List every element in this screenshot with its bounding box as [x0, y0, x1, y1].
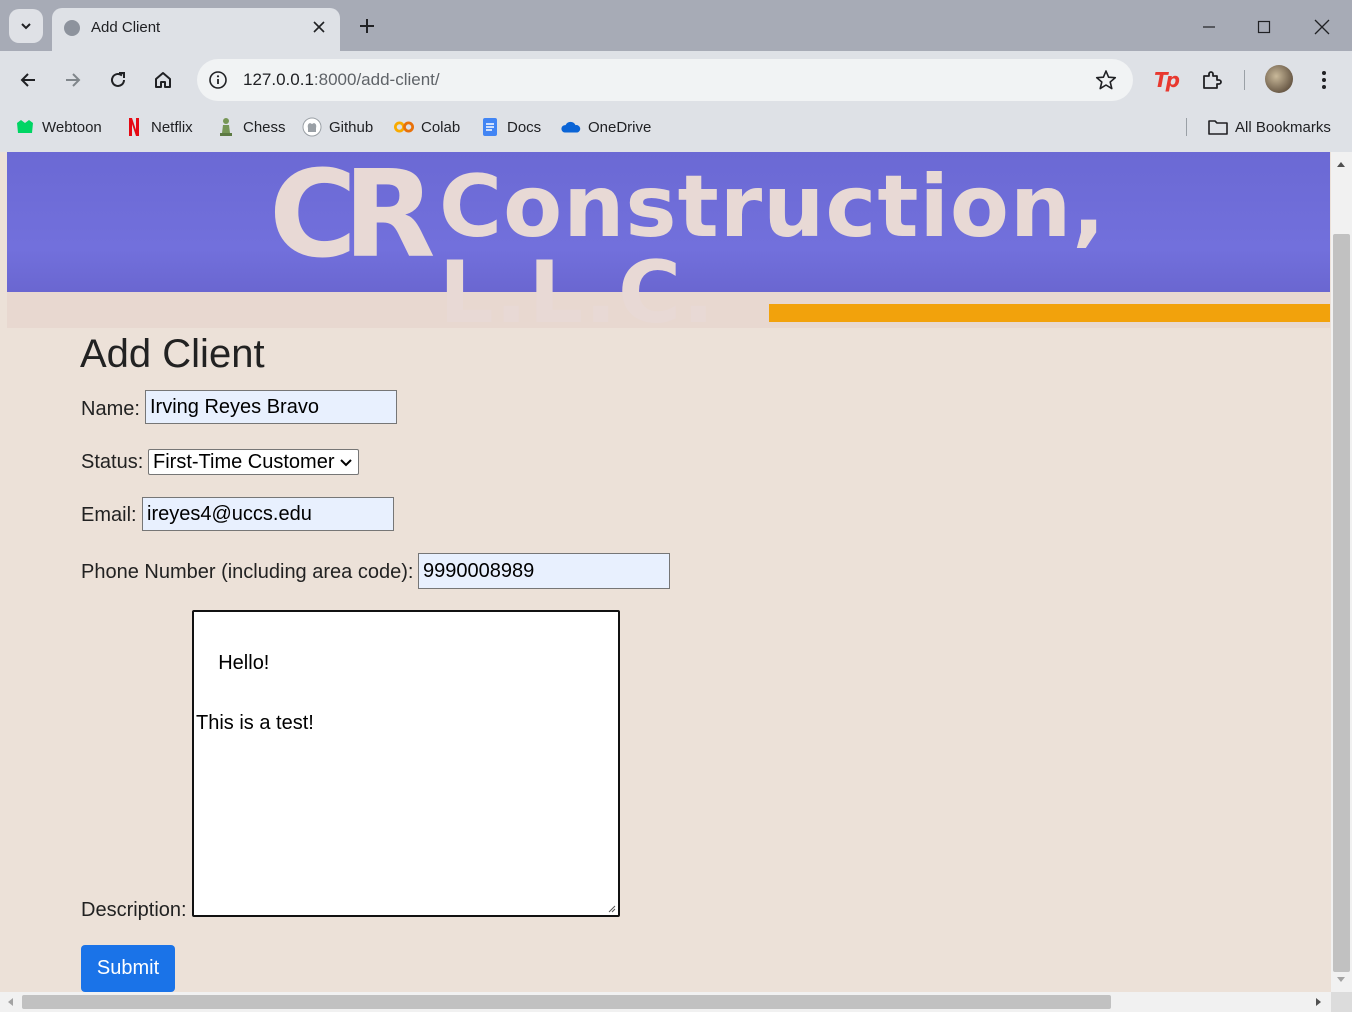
bookmark-label: OneDrive [588, 118, 652, 136]
phone-input[interactable] [418, 553, 670, 589]
bookmark-label: Github [329, 118, 374, 136]
company-logo: CR [269, 152, 436, 285]
bookmark-netflix[interactable]: Netflix [124, 117, 193, 137]
company-banner: CR Construction, L.L.C. [7, 152, 1330, 336]
profile-avatar[interactable] [1265, 65, 1293, 93]
minimize-button[interactable] [1194, 12, 1224, 42]
reload-icon [111, 72, 125, 87]
home-button[interactable] [148, 65, 178, 95]
extensions-button[interactable] [1198, 66, 1226, 94]
email-input[interactable] [142, 497, 394, 531]
back-button[interactable] [13, 65, 43, 95]
site-info-icon[interactable] [208, 70, 228, 90]
onedrive-icon [561, 117, 581, 137]
scroll-left-arrow-icon[interactable] [6, 997, 14, 1007]
scroll-up-arrow-icon[interactable] [1336, 160, 1346, 168]
bookmarks-divider [1186, 118, 1187, 136]
company-name: Construction, L.L.C. [439, 157, 1106, 343]
maximize-button[interactable] [1249, 12, 1279, 42]
new-tab-button[interactable] [355, 14, 379, 38]
bookmark-label: Webtoon [42, 118, 102, 136]
scroll-right-arrow-icon[interactable] [1315, 997, 1323, 1007]
url-path: :8000/add-client/ [313, 70, 440, 89]
phone-label: Phone Number (including area code): [81, 561, 414, 583]
more-vertical-icon [1322, 71, 1326, 89]
forward-button[interactable] [58, 65, 88, 95]
minimize-icon [1203, 26, 1215, 28]
bookmarks-bar: Webtoon Netflix Chess Github Colab Docs … [0, 108, 1352, 146]
bookmark-label: Netflix [151, 118, 193, 136]
folder-icon [1208, 117, 1228, 137]
globe-icon [64, 20, 80, 36]
status-selected-value: First-Time Customer [153, 450, 335, 473]
description-label: Description: [81, 899, 187, 921]
webtoon-icon [15, 117, 35, 137]
page-title: Add Client [80, 332, 265, 376]
description-textarea[interactable]: Hello! This is a test! [192, 610, 620, 917]
chess-icon [216, 117, 236, 137]
bookmark-docs[interactable]: Docs [480, 117, 541, 137]
bookmark-onedrive[interactable]: OneDrive [561, 117, 651, 137]
page-viewport: CR Construction, L.L.C. Add Client Name:… [0, 152, 1331, 992]
chevron-down-icon [340, 459, 353, 467]
close-icon [1314, 19, 1330, 35]
horizontal-scroll-thumb[interactable] [22, 995, 1111, 1009]
tab-search-button[interactable] [9, 9, 43, 43]
all-bookmarks-button[interactable]: All Bookmarks [1208, 117, 1331, 137]
all-bookmarks-label: All Bookmarks [1235, 118, 1331, 136]
bookmark-colab[interactable]: Colab [394, 117, 460, 137]
status-select[interactable]: First-Time Customer [148, 449, 359, 475]
bookmark-label: Colab [421, 118, 461, 136]
tab-title: Add Client [91, 19, 161, 36]
arrow-left-icon [20, 73, 35, 87]
browser-toolbar: 127.0.0.1:8000/add-client/ Tp [0, 51, 1352, 108]
menu-button[interactable] [1310, 66, 1338, 94]
netflix-icon [124, 117, 144, 137]
url-host: 127.0.0.1 [243, 70, 314, 89]
bookmark-github[interactable]: Github [302, 117, 373, 137]
close-tab-button[interactable] [308, 16, 330, 38]
vertical-scrollbar[interactable] [1331, 152, 1352, 992]
close-window-button[interactable] [1307, 12, 1337, 42]
resize-grip-icon[interactable] [606, 903, 616, 913]
name-input[interactable] [145, 390, 397, 424]
github-icon [302, 117, 322, 137]
bookmark-star-icon[interactable] [1095, 69, 1117, 91]
colab-icon [394, 117, 414, 137]
bookmark-label: Docs [507, 118, 542, 136]
address-bar[interactable]: 127.0.0.1:8000/add-client/ [197, 59, 1133, 101]
puzzle-icon [1203, 71, 1222, 89]
toolbar-divider [1244, 70, 1245, 90]
scrollbar-corner [1331, 992, 1352, 1012]
description-text: Hello! This is a test! [196, 652, 314, 734]
bookmark-chess[interactable]: Chess [216, 117, 286, 137]
email-label: Email: [81, 504, 137, 526]
tab-add-client[interactable]: Add Client [52, 8, 340, 51]
tab-strip: Add Client [0, 0, 1352, 51]
docs-icon [480, 117, 500, 137]
tp-extension-button[interactable]: Tp [1152, 66, 1180, 94]
scroll-down-arrow-icon[interactable] [1336, 976, 1346, 984]
submit-button[interactable]: Submit [81, 945, 175, 992]
arrow-right-icon [66, 73, 81, 87]
url-text[interactable]: 127.0.0.1:8000/add-client/ [243, 70, 440, 90]
reload-button[interactable] [103, 65, 133, 95]
plus-icon [360, 19, 374, 33]
bookmark-webtoon[interactable]: Webtoon [15, 117, 102, 137]
tp-extension-icon: Tp [1154, 68, 1180, 92]
bookmark-label: Chess [243, 118, 286, 136]
chevron-down-icon [21, 23, 31, 30]
maximize-icon [1257, 20, 1271, 34]
home-icon [155, 72, 171, 88]
status-label: Status: [81, 451, 144, 473]
name-label: Name: [81, 398, 140, 420]
close-icon [313, 21, 325, 33]
horizontal-scrollbar[interactable] [0, 992, 1331, 1012]
vertical-scroll-thumb[interactable] [1333, 234, 1350, 972]
